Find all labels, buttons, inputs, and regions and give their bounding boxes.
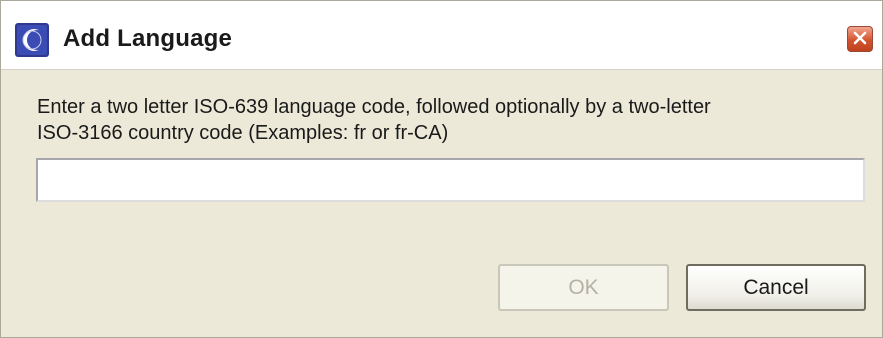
instruction-line-1: Enter a two letter ISO-639 language code… bbox=[37, 96, 711, 118]
cancel-button[interactable]: Cancel bbox=[686, 264, 866, 311]
close-icon bbox=[853, 31, 867, 48]
instruction-text: Enter a two letter ISO-639 language code… bbox=[37, 94, 857, 146]
eclipse-icon bbox=[15, 23, 49, 57]
title-bar[interactable]: Add Language bbox=[1, 1, 882, 70]
instruction-line-2: ISO-3166 country code (Examples: fr or f… bbox=[37, 122, 449, 144]
close-button[interactable] bbox=[847, 26, 873, 52]
add-language-dialog: Add Language Enter a two letter ISO-639 … bbox=[0, 0, 883, 338]
ok-button[interactable]: OK bbox=[498, 264, 669, 311]
dialog-title: Add Language bbox=[63, 25, 233, 52]
language-code-input[interactable] bbox=[36, 158, 865, 202]
